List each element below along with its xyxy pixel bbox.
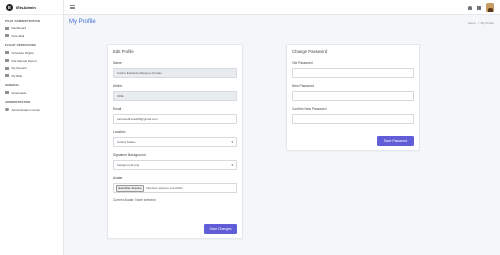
- top-bar: [64, 0, 500, 15]
- email-field[interactable]: carlosedfreitas85@gmail.com: [113, 114, 237, 124]
- sidebar-item-schedule-flights[interactable]: Schedule Flights: [0, 49, 63, 57]
- breadcrumb-home-link[interactable]: Home: [468, 21, 476, 25]
- sidebar-item-label: Downloads: [11, 90, 27, 95]
- nav-section-title: ADMINISTRATION: [5, 100, 31, 105]
- save-changes-button[interactable]: Save Changes: [204, 224, 237, 234]
- sidebar-item-my-reports[interactable]: My Reports: [0, 64, 63, 72]
- breadcrumb: Home / My Profile: [468, 21, 494, 25]
- sidebar-item-label: My Bids: [11, 73, 23, 78]
- sidebar-item-administration-center[interactable]: Administration Center: [0, 106, 63, 114]
- confirm-password-field[interactable]: [292, 114, 414, 124]
- current-avatar-note: Current Avatar: None selected: [113, 198, 156, 202]
- sidebar-item-label: Schedule Flights: [11, 50, 34, 55]
- file-status: Nenhum arquivo escolhido: [146, 186, 183, 190]
- reports-icon: [5, 66, 9, 70]
- sidebar-item-downloads[interactable]: Downloads: [0, 89, 63, 97]
- sidebar-item-label: My Reports: [11, 66, 27, 71]
- new-password-field[interactable]: [292, 91, 414, 101]
- gear-icon: [5, 108, 9, 112]
- sidebar-item-label: Dashboard: [11, 26, 27, 31]
- chevron-down-icon: ▾: [231, 140, 233, 144]
- menu-toggle-icon[interactable]: [70, 5, 75, 9]
- nav-section-title: FLIGHT OPERATIONS: [5, 43, 36, 48]
- breadcrumb-current: My Profile: [480, 21, 494, 25]
- brand-name: iEtsAdmin: [16, 4, 36, 10]
- dashboard-icon: [5, 26, 9, 30]
- avatar-label: Avatar: [113, 176, 123, 180]
- sidebar-item-label: Flow Mail: [11, 33, 25, 38]
- location-select[interactable]: United States ▾: [113, 137, 237, 147]
- edit-profile-title: Edit Profile: [113, 49, 134, 54]
- brand[interactable]: E iEtsAdmin: [0, 0, 63, 15]
- sidebar-item-label: Administration Center: [11, 107, 41, 112]
- location-label: Location: [113, 130, 126, 134]
- save-password-button[interactable]: Save Password: [377, 136, 414, 146]
- nav-section-title: GENERAL: [5, 83, 20, 88]
- avatar-file-input[interactable]: Escolher Arquivo Nenhum arquivo escolhid…: [113, 183, 237, 193]
- new-password-label: New Password: [292, 84, 314, 88]
- confirm-password-label: Confirm New Password: [292, 107, 327, 111]
- download-icon: [5, 91, 9, 95]
- choose-file-button[interactable]: Escolher Arquivo: [116, 184, 145, 192]
- change-password-card: Change Password Old Password New Passwor…: [286, 44, 420, 151]
- signature-background-value: background.png: [117, 163, 140, 167]
- bell-icon[interactable]: [468, 5, 472, 10]
- location-value: United States: [117, 140, 136, 144]
- brand-logo: E: [6, 3, 13, 11]
- sidebar-item-dashboard[interactable]: Dashboard: [0, 25, 63, 33]
- bids-icon: [5, 74, 9, 78]
- mail-icon: [5, 34, 9, 38]
- signature-background-label: Signature Background: [113, 153, 146, 157]
- avatar[interactable]: [486, 3, 494, 12]
- calendar-icon: [5, 51, 9, 55]
- breadcrumb-separator: /: [477, 21, 479, 25]
- sidebar: E iEtsAdmin PILOT ADMINISTRATION Dashboa…: [0, 0, 64, 255]
- name-label: Name: [113, 61, 122, 65]
- top-bar-actions: [468, 3, 494, 12]
- airline-field: CDE: [113, 91, 237, 101]
- edit-profile-card: Edit Profile Name Carlos Eduardo Marques…: [107, 44, 243, 239]
- sidebar-item-label: File Manual Report: [11, 58, 37, 63]
- change-password-title: Change Password: [292, 49, 328, 54]
- nav-section-title: PILOT ADMINISTRATION: [5, 18, 40, 23]
- email-label: Email: [113, 107, 122, 111]
- file-icon: [5, 59, 9, 63]
- page-title: My Profile: [69, 19, 96, 25]
- sidebar-item-flow-mail[interactable]: Flow Mail: [0, 32, 63, 40]
- signature-background-select[interactable]: background.png ▾: [113, 160, 237, 170]
- name-field: Carlos Eduardo Marques Freitas: [113, 68, 237, 78]
- airline-label: Airline: [113, 84, 123, 88]
- apps-grid-icon[interactable]: [477, 5, 481, 10]
- chevron-down-icon: ▾: [231, 163, 233, 167]
- old-password-label: Old Password: [292, 61, 313, 65]
- old-password-field[interactable]: [292, 68, 414, 78]
- sidebar-item-file-manual-report[interactable]: File Manual Report: [0, 57, 63, 65]
- sidebar-item-my-bids[interactable]: My Bids: [0, 72, 63, 80]
